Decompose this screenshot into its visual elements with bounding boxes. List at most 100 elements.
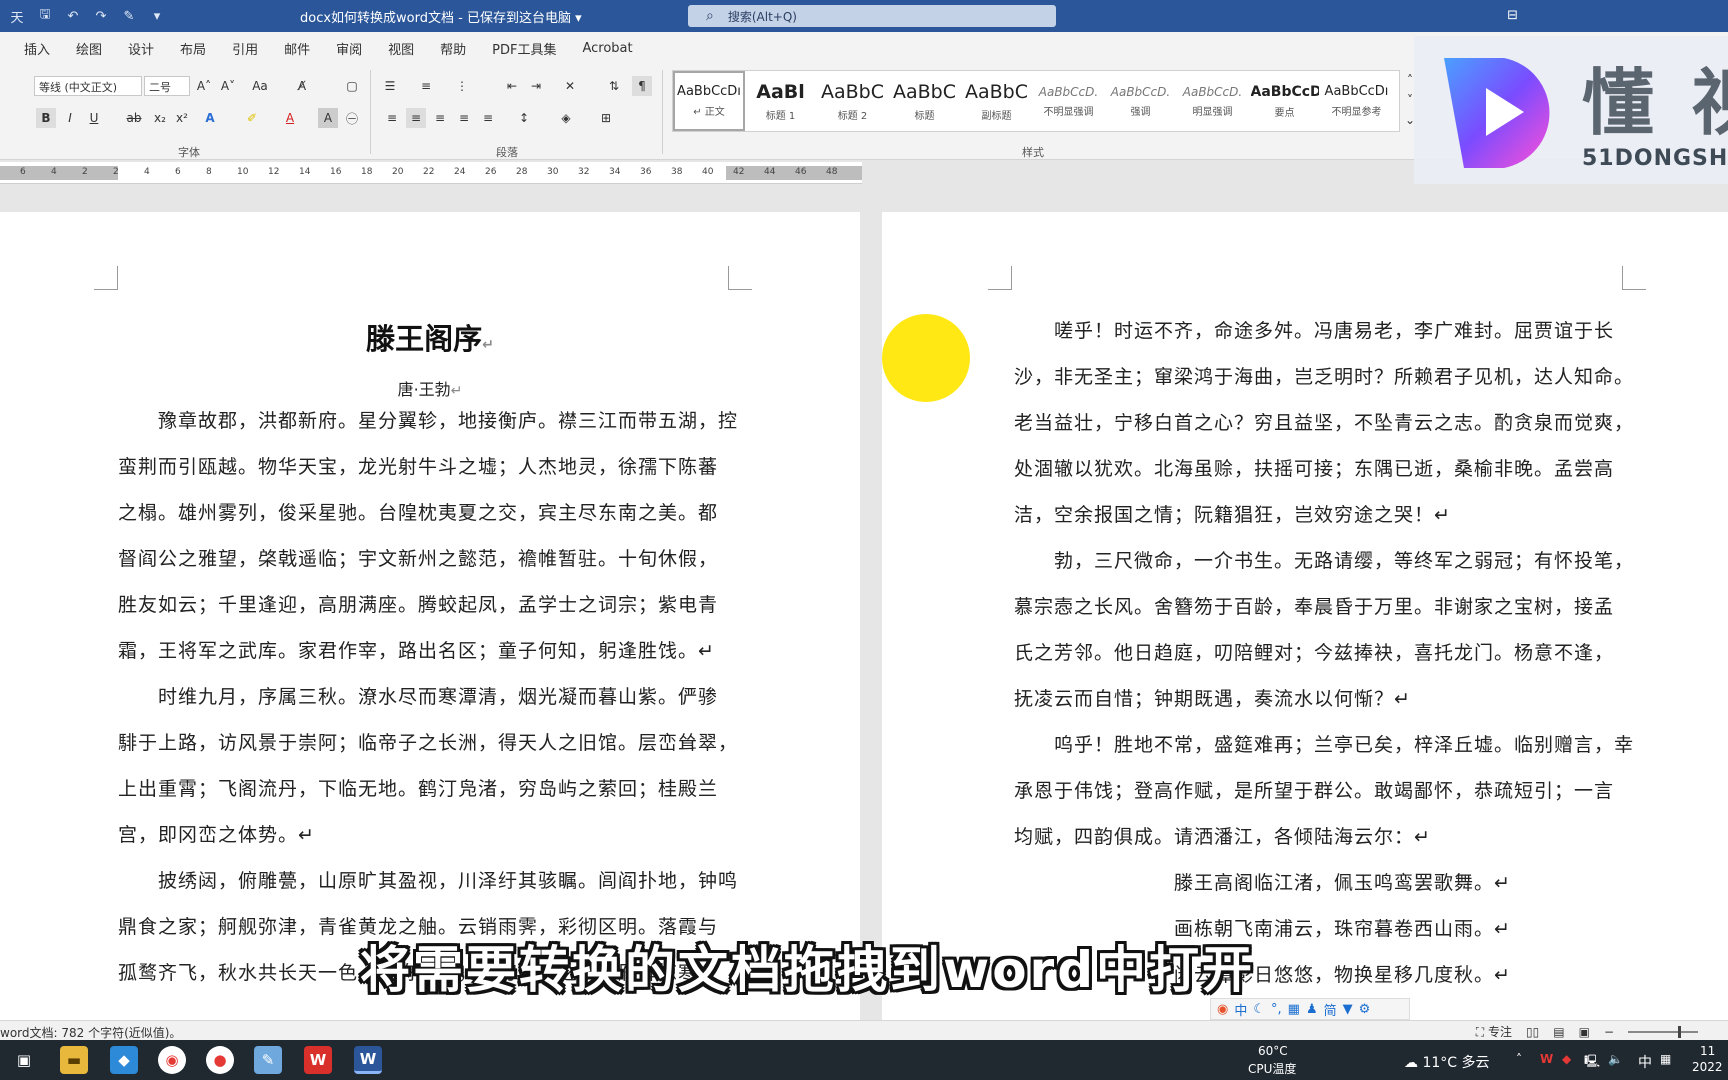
zoom-slider-thumb[interactable] [1678,1025,1681,1038]
window-title[interactable]: docx如何转换成word文档 - 已保存到这台电脑 ▾ [300,7,582,26]
app-tray-icon[interactable]: ▦ [1660,1052,1671,1066]
ribbon-tab[interactable]: 设计 [128,39,154,58]
keyboard-icon[interactable]: ▦ [1288,1002,1300,1017]
style-item[interactable]: AaBbCcDı ↵ 正文 [673,71,745,131]
style-item[interactable]: AaBbC 标题 2 [817,71,889,131]
shrink-font-icon[interactable]: A˅ [218,76,238,96]
document-text-line[interactable]: 騑于上路，访风景于崇阿；临帝子之长洲，得天人之旧馆。层峦耸翠， [118,720,738,766]
ribbon-tab[interactable]: PDF工具集 [492,39,556,58]
document-text-line[interactable]: 承恩于伟饯；登高作赋，是所望于群公。敢竭鄙怀，恭疏短引；一言 [1014,768,1614,814]
strikethrough-icon[interactable]: ab [124,108,144,128]
date[interactable]: 2022 [1692,1060,1723,1074]
style-item[interactable]: AaBbC 标题 [889,71,961,131]
style-item[interactable]: AaBbCcD 要点 [1249,71,1321,131]
document-text-line[interactable]: 披绣闼，俯雕甍，山原旷其盈视，川泽纡其骇瞩。闾阎扑地，钟鸣 [118,858,738,904]
zoom-slider[interactable] [1628,1025,1698,1038]
shield-tray-icon[interactable]: ◆ [1562,1052,1571,1066]
cpu-temp[interactable]: 60°C [1258,1044,1288,1058]
font-color-icon[interactable]: A [280,108,300,128]
multilevel-list-icon[interactable]: ⋮ [452,76,472,96]
style-item[interactable]: AaBbCcD. 明显强调 [1177,71,1249,131]
document-title[interactable]: 滕王阁序↵ [0,316,860,358]
document-text-line[interactable]: 胜友如云；千里逢迎，高朋满座。腾蛟起凤，孟学士之词宗；紫电青 [118,582,718,628]
document-text-line[interactable]: 慕宗悫之长风。舍簪笏于百龄，奉晨昏于万里。非谢家之宝树，接孟 [1014,584,1614,630]
task-view-icon[interactable]: ▣ [10,1046,38,1074]
document-text-line[interactable]: 沙，非无圣主；窜梁鸿于海曲，岂乏明时？所赖君子见机，达人知命。 [1014,354,1634,400]
ime-simplified[interactable]: 简 [1324,1000,1337,1019]
ribbon-tab[interactable]: 邮件 [284,39,310,58]
font-size-select[interactable]: 二号 [144,76,190,96]
app-menu-icon[interactable]: 天 [6,5,28,27]
grow-font-icon[interactable]: A˄ [194,76,214,96]
style-item[interactable]: AaBbCcDı 不明显参考 [1321,71,1393,131]
document-text-line[interactable]: 呜乎！胜地不常，盛筵难再；兰亭已矣，梓泽丘墟。临别赠言，幸 [1014,722,1634,768]
shading-icon[interactable]: ◈ [556,108,576,128]
page-left[interactable]: 滕王阁序↵ 唐·王勃↵ 豫章故郡，洪都新府。星分翼轸，地接衡庐。襟三江而带五湖，… [0,212,860,1020]
word-count[interactable]: word文档: 782 个字符(近似值)。 [0,1024,181,1041]
change-case-icon[interactable]: Aa [250,76,270,96]
file-explorer-icon[interactable]: ▬ [60,1046,88,1074]
highlight-icon[interactable]: ✐ [242,108,262,128]
ribbon-tab[interactable]: 插入 [24,39,50,58]
read-mode-icon[interactable]: ▯▯ [1526,1025,1539,1039]
ribbon-tab[interactable]: 帮助 [440,39,466,58]
style-item[interactable]: AaBl 标题 1 [745,71,817,131]
punct-icon[interactable]: °, [1271,1002,1282,1017]
document-text-line[interactable]: 宫，即冈峦之体势。↵ [118,812,315,858]
user-icon[interactable]: ♟ [1306,1002,1318,1017]
ime-toolbar[interactable]: ◉ 中 ☾ °, ▦ ♟ 简 ▼ ⚙ [1210,998,1410,1020]
search-box[interactable]: ⌕ 搜索(Alt+Q) [688,5,1056,27]
ribbon-tab[interactable]: 绘图 [76,39,102,58]
record-icon[interactable]: ● [206,1046,234,1074]
web-layout-icon[interactable]: ▣ [1579,1025,1590,1039]
document-text-line[interactable]: 滕王高阁临江渚，佩玉鸣鸾罢歌舞。↵ [1014,860,1511,906]
subscript-icon[interactable]: x₂ [150,108,170,128]
clear-format-icon[interactable]: A̸ [292,76,312,96]
chrome-icon[interactable]: ◉ [158,1046,186,1074]
document-text-line[interactable]: 处涸辙以犹欢。北海虽赊，扶摇可接；东隅已逝，桑榆非晚。孟尝高 [1014,446,1614,492]
ribbon-tab[interactable]: 视图 [388,39,414,58]
justify-icon[interactable]: ≡ [454,108,474,128]
document-text-line[interactable]: 督阎公之雅望，棨戟遥临；宇文新州之懿范，襜帷暂驻。十旬休假， [118,536,718,582]
underline-icon[interactable]: U [84,108,104,128]
increase-indent-icon[interactable]: ⇥ [526,76,546,96]
focus-mode-button[interactable]: ⛶ 专注 [1476,1023,1512,1040]
font-name-select[interactable]: 等线 (中文正文) [34,76,142,96]
document-text-line[interactable]: 抚凌云而自惜；钟期既遇，奏流水以何惭？↵ [1014,676,1411,722]
clock[interactable]: 11 [1700,1044,1715,1058]
moon-icon[interactable]: ☾ [1253,1002,1265,1017]
document-text-line[interactable]: 之榻。雄州雾列，俊采星驰。台隍枕夷夏之交，宾主尽东南之美。都 [118,490,718,536]
superscript-icon[interactable]: x² [172,108,192,128]
bullets-icon[interactable]: ☰ [380,76,400,96]
weather-widget[interactable]: ☁ 11°C 多云 [1404,1052,1490,1072]
borders-icon[interactable]: ⊞ [596,108,616,128]
redo-icon[interactable]: ↷ [90,5,112,27]
ribbon-tab[interactable]: 引用 [232,39,258,58]
notes-icon[interactable]: ✎ [254,1046,282,1074]
ribbon-display-icon[interactable]: ⊟ [1507,8,1518,23]
network-icon[interactable]: 🖳 [1584,1052,1600,1073]
decrease-indent-icon[interactable]: ⇤ [502,76,522,96]
document-text-line[interactable]: 氏之芳邻。他日趋庭，叨陪鲤对；今兹捧袂，喜托龙门。杨意不逢， [1014,630,1614,676]
skin-icon[interactable]: ▼ [1343,1002,1353,1017]
document-text-line[interactable]: 上出重霄；飞阁流丹，下临无地。鹤汀凫渚，穷岛屿之萦回；桂殿兰 [118,766,718,812]
text-effects-icon[interactable]: A [200,108,220,128]
enclose-char-icon[interactable]: ㊀ [342,108,362,128]
tray-expand-icon[interactable]: ˄ [1516,1052,1522,1066]
horizontal-ruler[interactable]: 6 4 2 2 4 6 8 10 12 14 16 18 20 22 24 26 28 30 32 34 36 38 40 4… [0,162,862,184]
ime-tray[interactable]: 中 [1638,1052,1652,1072]
italic-icon[interactable]: I [60,108,80,128]
print-layout-icon[interactable]: ▤ [1553,1025,1564,1039]
wps-tray-icon[interactable]: W [1540,1052,1553,1066]
ime-mode[interactable]: 中 [1234,1000,1247,1019]
document-text-line[interactable]: 老当益壮，宁移白首之心？穷且益坚，不坠青云之志。酌贪泉而觉爽， [1014,400,1634,446]
undo-icon[interactable]: ↶ [62,5,84,27]
numbering-icon[interactable]: ≡ [416,76,436,96]
document-text-line[interactable]: 霜，王将军之武库。家君作宰，路出名区；童子何知，躬逢胜饯。↵ [118,628,715,674]
document-text-line[interactable]: 嗟乎！时运不齐，命途多舛。冯唐易老，李广难封。屈贾谊于长 [1014,308,1614,354]
char-shading-icon[interactable]: A [318,108,338,128]
document-text-line[interactable]: 时维九月，序属三秋。潦水尽而寒潭清，烟光凝而暮山紫。俨骖 [118,674,718,720]
chinese-layout-icon[interactable]: ✕ [560,76,580,96]
page-right[interactable]: 嗟乎！时运不齐，命途多舛。冯唐易老，李广难封。屈贾谊于长 沙，非无圣主；窜梁鸿于海… [882,212,1728,1020]
line-spacing-icon[interactable]: ↕ [514,108,534,128]
